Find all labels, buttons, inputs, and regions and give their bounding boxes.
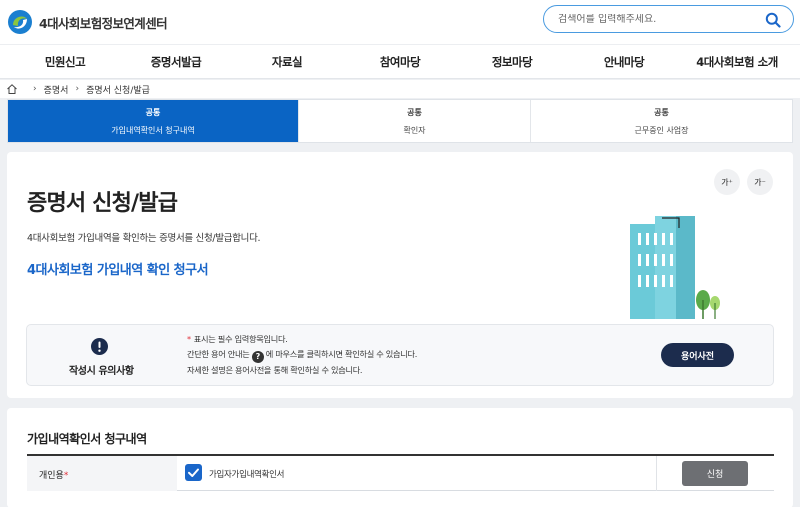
home-icon[interactable] <box>6 83 18 95</box>
tab-step-1[interactable]: 공통 가입내역확인서 청구내역 <box>8 100 299 142</box>
tab-step-2[interactable]: 공통 확인자 <box>299 100 531 142</box>
page-title: 증명서 신청/발급 <box>27 191 178 216</box>
tab-label: 확인자 <box>403 125 426 135</box>
question-icon[interactable]: ? <box>251 351 264 363</box>
site-header: 4대사회보험정보연계센터 <box>0 0 800 44</box>
apply-button[interactable]: 신청 <box>682 461 748 486</box>
tab-step-3[interactable]: 공통 근무중인 사업장 <box>531 100 792 142</box>
notice-line-3: 자세한 설명은 용어사전을 통해 확인하실 수 있습니다. <box>187 365 363 375</box>
nav-item-about[interactable]: 4대사회보험 소개 <box>696 54 778 70</box>
search-box <box>543 5 794 33</box>
required-star: * <box>187 334 191 344</box>
breadcrumb: › 증명서 › 증명서 신청/발급 <box>0 80 800 98</box>
form-table: 개인용* 가입자가입내역확인서 신청 <box>27 454 774 491</box>
site-logo[interactable]: 4대사회보험정보연계센터 <box>7 9 168 35</box>
check-icon <box>188 468 199 477</box>
row-label: 개인용* <box>39 471 69 481</box>
tab-category: 공통 <box>145 107 161 117</box>
tab-category: 공통 <box>407 107 422 117</box>
nav-item-complaint[interactable]: 민원신고 <box>45 54 86 70</box>
nav-item-guide[interactable]: 안내마당 <box>604 54 645 70</box>
exclamation-icon <box>91 338 108 355</box>
search-input[interactable] <box>558 13 758 25</box>
checkbox-label[interactable]: 가입자가입내역확인서 <box>209 468 285 480</box>
document-title: 4대사회보험 가입내역 확인 청구서 <box>27 263 209 278</box>
logo-icon <box>8 10 32 34</box>
nav-item-resources[interactable]: 자료실 <box>272 54 303 70</box>
notice-line-2: 간단한 용어 안내는 ? 에 마우스를 클릭하시면 확인하실 수 있습니다. <box>187 349 418 363</box>
breadcrumb-item-certificate[interactable]: 증명서 <box>44 83 69 96</box>
certificate-checkbox[interactable] <box>185 464 202 481</box>
row-label-cell: 개인용* <box>27 456 177 491</box>
apply-cell: 신청 <box>656 456 774 491</box>
form-title: 가입내역확인서 청구내역 <box>27 432 147 446</box>
notice-line-1: * 표시는 필수 입력항목입니다. <box>187 334 288 344</box>
page-description: 4대사회보험 가입내역을 확인하는 증명서를 신청/발급합니다. <box>27 233 261 244</box>
nav-item-certificate[interactable]: 증명서발급 <box>151 54 202 70</box>
tab-label: 가입내역확인서 청구내역 <box>111 125 195 135</box>
required-star: * <box>63 471 69 481</box>
step-tabs: 공통 가입내역확인서 청구내역 공통 확인자 공통 근무중인 사업장 <box>7 99 793 143</box>
nav-item-information[interactable]: 정보마당 <box>492 54 533 70</box>
chevron-right-icon: › <box>33 84 37 94</box>
main-nav: 민원신고 증명서발급 자료실 참여마당 정보마당 안내마당 4대사회보험 소개 <box>0 44 800 79</box>
notice-text: * 표시는 필수 입력항목입니다. 간단한 용어 안내는 ? 에 마우스를 클릭하시… <box>187 332 417 378</box>
nav-item-participation[interactable]: 참여마당 <box>380 54 421 70</box>
logo-text: 4대사회보험정보연계센터 <box>39 15 168 31</box>
notice-label: 작성시 유의사항 <box>69 366 134 377</box>
notice-box: 작성시 유의사항 * 표시는 필수 입력항목입니다. 간단한 용어 안내는 ? 에 … <box>26 324 774 386</box>
glossary-button[interactable]: 용어사전 <box>661 343 734 367</box>
font-increase-button[interactable]: 가⁺ <box>714 169 740 195</box>
search-icon[interactable] <box>765 12 781 28</box>
form-card: 가입내역확인서 청구내역 개인용* 가입자가입내역확인서 신청 <box>7 408 793 507</box>
tab-category: 공통 <box>654 107 669 117</box>
building-illustration <box>630 216 720 319</box>
font-decrease-button[interactable]: 가⁻ <box>747 169 773 195</box>
chevron-right-icon: › <box>75 84 80 94</box>
breadcrumb-item-current[interactable]: 증명서 신청/발급 <box>86 83 150 96</box>
main-card: 가⁺ 가⁻ 증명서 신청/발급 4대사회보험 가입내역을 확인하는 증명서를 신… <box>7 152 793 398</box>
tab-label: 근무중인 사업장 <box>634 125 689 135</box>
